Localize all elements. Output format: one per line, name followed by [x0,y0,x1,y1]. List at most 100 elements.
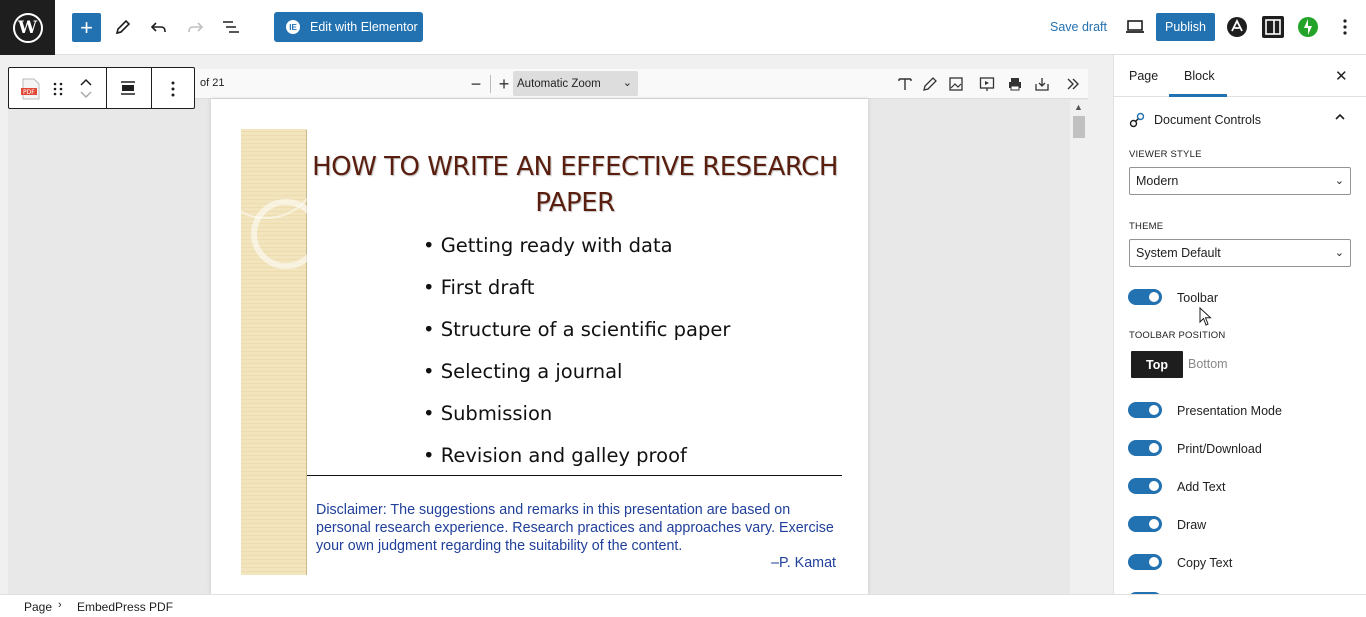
chevron-up-icon [1335,113,1345,120]
astra-icon [1227,17,1247,37]
minus-icon: − [470,73,482,94]
jetpack-button[interactable] [1293,12,1323,42]
undo-button[interactable] [144,12,174,42]
copy-text-toggle[interactable] [1128,554,1162,570]
document-overview-button[interactable] [216,12,246,42]
document-controls-panel-toggle[interactable]: Document Controls [1114,97,1366,143]
astra-settings-button[interactable] [1222,12,1252,42]
edit-with-elementor-button[interactable]: IE Edit with Elementor [274,12,423,42]
slide-decoration [211,109,321,575]
list-item: • Submission [423,402,553,425]
list-item: • Selecting a journal [423,360,623,383]
plus-icon: + [498,73,510,94]
list-item: • First draft [423,276,535,299]
move-down-icon[interactable] [79,90,93,100]
download-tool[interactable] [1030,72,1054,96]
add-text-toggle[interactable] [1128,478,1162,494]
toolbar-toggle[interactable] [1128,289,1162,305]
more-tools-button[interactable] [1061,72,1085,96]
scrollbar-thumb[interactable] [1073,116,1085,138]
slide-divider [307,475,842,476]
chevron-down-icon: ⌄ [1334,247,1344,259]
draw-label: Draw [1177,518,1207,532]
slide-bullet-list: • Getting ready with data • First draft … [423,229,730,481]
close-sidebar-button[interactable]: ✕ [1335,67,1348,85]
publish-button[interactable]: Publish [1156,13,1215,41]
svg-text:PDF: PDF [23,89,35,96]
save-draft-button[interactable]: Save draft [1050,20,1107,34]
elementor-icon: IE [286,20,300,34]
add-text-tool[interactable] [893,72,917,96]
tools-button[interactable] [108,12,138,42]
chevron-down-icon: ⌄ [1334,175,1344,187]
panel-title: Document Controls [1154,113,1261,127]
block-type-group: PDF [9,68,107,108]
list-item: • Getting ready with data [423,234,673,257]
viewer-style-value: Modern [1136,174,1179,188]
options-menu-button[interactable] [1330,12,1360,42]
block-toolbar: PDF [8,67,195,109]
printer-icon [1009,78,1021,91]
laptop-icon [1126,20,1144,33]
chevron-down-icon: ⌄ [622,77,632,89]
close-icon: ✕ [1335,68,1348,85]
toggle-knob [1149,481,1159,491]
draw-tool[interactable] [918,72,942,96]
zoom-select-value: Automatic Zoom [517,77,601,90]
preview-button[interactable] [1120,12,1150,42]
pdf-file-icon[interactable]: PDF [21,78,41,100]
presentation-mode-label: Presentation Mode [1177,404,1282,418]
add-text-label: Add Text [1177,480,1226,494]
editor-canvas: of 21 − + Automatic Zoom ⌄ ▲ PDF HOW TO … [0,55,1113,594]
pencil-icon [115,19,131,35]
pdf-page: HOW TO WRITE AN EFFECTIVE RESEARCH PAPER… [211,99,868,594]
print-tool[interactable] [1003,72,1027,96]
tab-block[interactable]: Block [1184,69,1215,83]
add-image-tool[interactable] [944,72,968,96]
more-vertical-icon [1343,19,1347,35]
redo-button[interactable] [180,12,210,42]
toolbar-position-bottom-button[interactable]: Bottom [1188,357,1228,371]
toolbar-toggle-label: Toolbar [1177,291,1218,305]
chevron-right-icon: › [58,599,62,611]
breadcrumb-item-block[interactable]: EmbedPress PDF [77,600,173,614]
presentation-mode-toggle[interactable] [1128,402,1162,418]
print-download-toggle[interactable] [1128,440,1162,456]
text-icon [898,78,912,90]
chevron-double-right-icon [1067,78,1079,90]
settings-sidebar-toggle[interactable] [1258,12,1288,42]
sidebar-tabs: Page Block ✕ [1114,55,1366,97]
wordpress-logo-button[interactable]: W [0,0,55,55]
edit-with-elementor-label: Edit with Elementor [310,20,418,34]
sidebar-icon [1262,16,1284,38]
viewer-style-select[interactable]: Modern ⌄ [1129,167,1351,195]
drag-handle-icon[interactable] [53,81,63,97]
list-view-icon [223,21,239,33]
move-up-icon[interactable] [79,77,93,87]
breadcrumb-item-page[interactable]: Page [24,600,52,614]
tab-page[interactable]: Page [1129,69,1158,83]
presentation-mode-tool[interactable] [975,72,999,96]
editor-header: W + IE Edit with Elementor Save draft Pu… [0,0,1366,55]
toolbar-position-top-button[interactable]: Top [1131,351,1183,378]
theme-value: System Default [1136,246,1221,260]
zoom-select[interactable]: Automatic Zoom ⌄ [513,71,638,96]
toggle-knob [1149,519,1159,529]
undo-icon [150,22,166,32]
print-download-label: Print/Download [1177,442,1262,456]
page-count: of 21 [200,77,225,89]
toolbar-divider [490,75,491,93]
theme-select[interactable]: System Default ⌄ [1129,239,1351,267]
draw-toggle[interactable] [1128,516,1162,532]
scroll-up-icon: ▲ [1074,102,1083,112]
breadcrumb: Page › EmbedPress PDF [0,594,1366,617]
zoom-out-button[interactable]: − [464,72,488,96]
block-options-button[interactable] [152,68,194,108]
align-button[interactable] [107,68,152,108]
pen-icon [923,77,937,91]
add-block-button[interactable]: + [72,13,101,42]
presentation-icon [979,77,995,91]
download-icon [1035,78,1049,91]
theme-label: THEME [1129,221,1164,232]
pdf-scrollbar[interactable]: ▲ [1070,100,1088,594]
